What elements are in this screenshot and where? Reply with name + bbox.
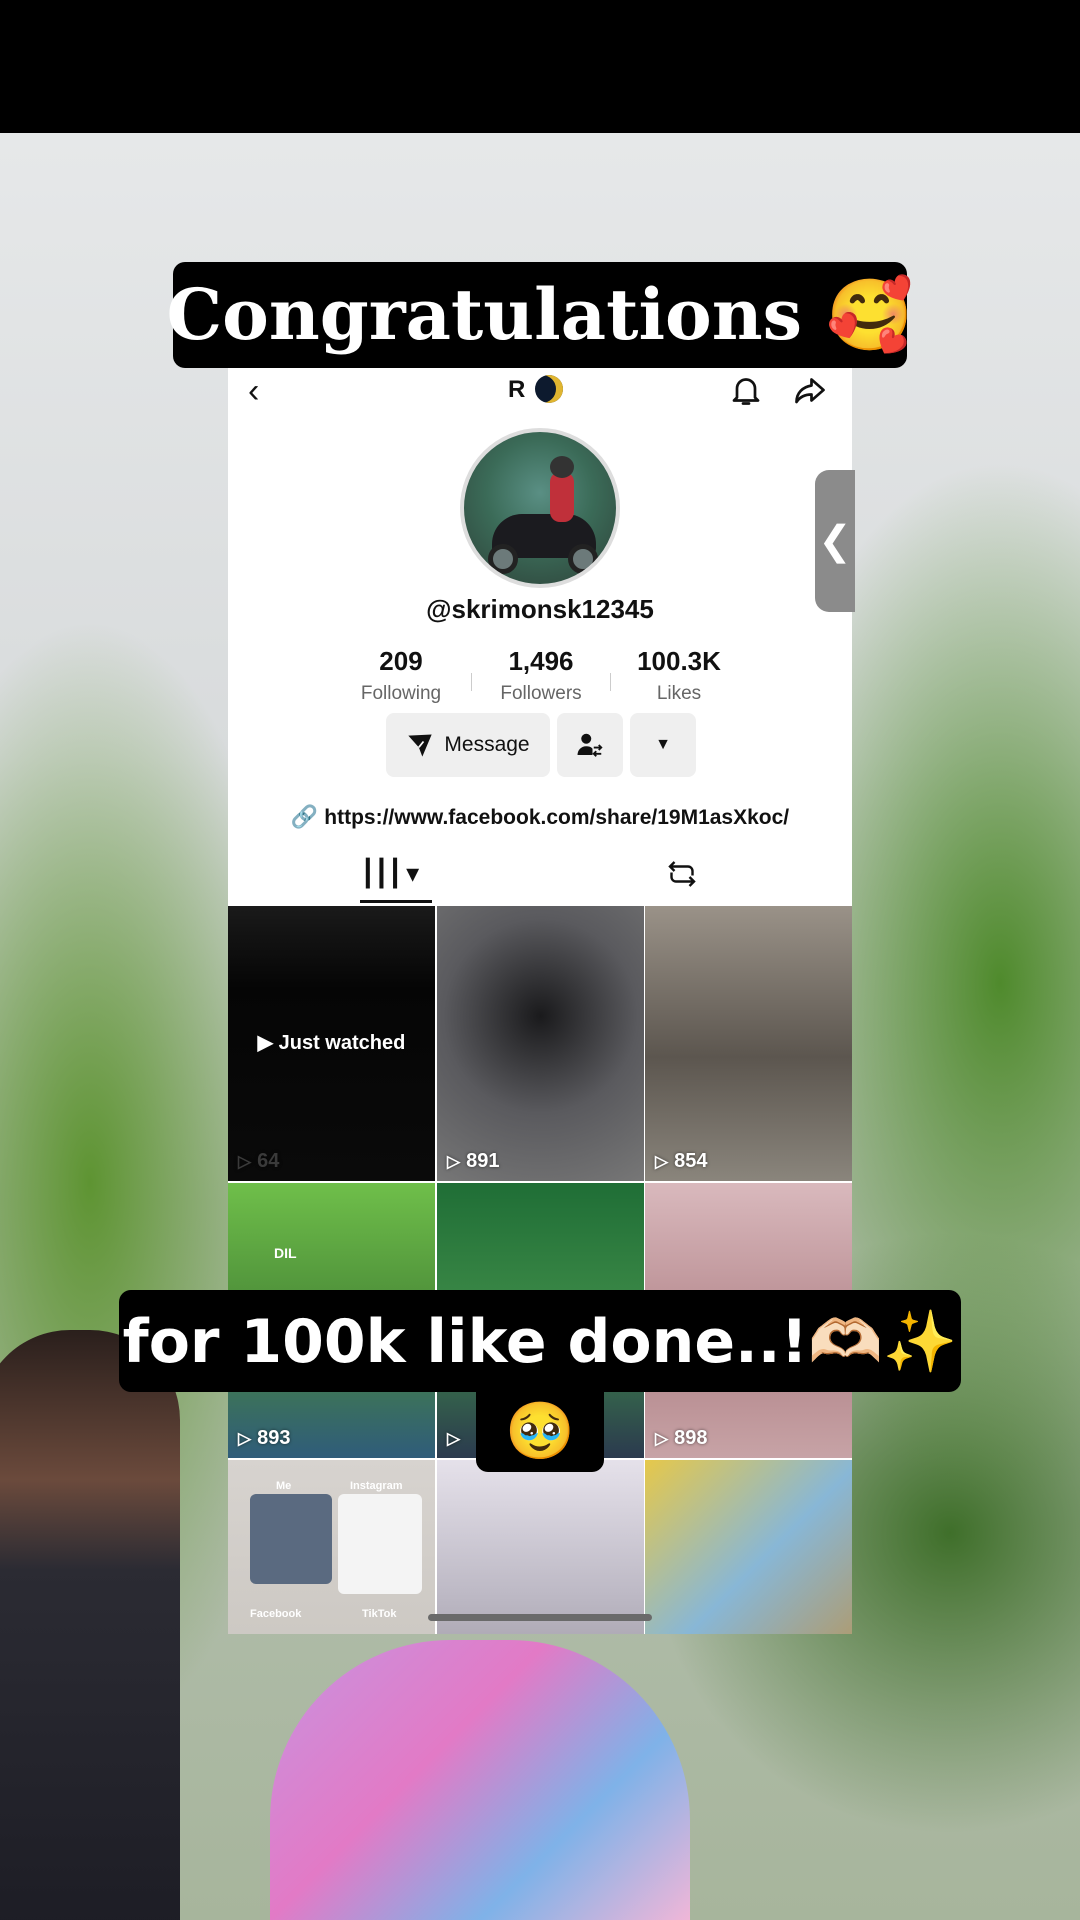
video-tile[interactable]: Me Instagram Facebook TikTok (228, 1460, 435, 1634)
username: @skrimonsk12345 (426, 594, 654, 624)
video-tile[interactable]: ▶ Just watched ▷ 64 (228, 906, 435, 1181)
avatar[interactable] (460, 428, 620, 588)
moon-icon (535, 375, 563, 403)
tile-text: Facebook (250, 1608, 302, 1620)
bio-link[interactable]: 🔗 https://www.facebook.com/share/19M1asXk… (228, 804, 852, 830)
tile-text: TikTok (362, 1608, 397, 1620)
message-button[interactable]: Message (386, 713, 550, 777)
share-icon[interactable] (791, 372, 829, 408)
profile-nickname: R (508, 376, 526, 403)
send-icon (408, 734, 433, 757)
tile-text: DIL (274, 1245, 297, 1261)
bell-icon[interactable] (728, 372, 764, 408)
video-tile[interactable] (437, 1460, 644, 1634)
congratulations-caption: Congratulations 🥰 (166, 262, 914, 368)
view-count: ▷ (447, 1429, 461, 1448)
view-count: ▷ 64 (238, 1150, 280, 1172)
message-label: Message (444, 733, 530, 756)
repost-icon[interactable] (664, 856, 700, 892)
video-tile[interactable] (645, 1460, 852, 1634)
just-watched-label: ▶ Just watched (257, 1032, 406, 1054)
emoji-caption: 🥹 (476, 1390, 604, 1472)
stat-following[interactable]: 209 Following (326, 646, 476, 705)
view-count: ▷ 893 (238, 1427, 291, 1449)
add-friend-icon (577, 733, 603, 757)
video-tile[interactable]: ▷ 854 (645, 906, 852, 1181)
stat-likes: 100.3K Likes (637, 646, 721, 704)
side-panel-toggle[interactable]: ❮ (815, 470, 855, 612)
add-friend-button[interactable] (557, 713, 623, 777)
link-icon: 🔗 (290, 804, 319, 829)
milestone-caption: for 100k like done..!🫶🏻✨ (119, 1290, 961, 1392)
tile-text: Me (276, 1480, 292, 1492)
view-count: ▷ 898 (655, 1427, 708, 1449)
profile-tabs: ┃┃┃ ▾ (228, 848, 852, 904)
home-indicator (428, 1614, 652, 1621)
tile-card (338, 1494, 422, 1594)
view-count: ▷ 854 (655, 1150, 708, 1172)
tile-text: Instagram (350, 1480, 403, 1492)
background-person-left (0, 1330, 180, 1920)
back-arrow-icon[interactable]: ‹ (248, 374, 259, 408)
view-count: ▷ 891 (447, 1150, 500, 1172)
video-tile[interactable]: ▷ 891 (437, 906, 644, 1181)
active-tab-indicator (360, 900, 432, 903)
more-dropdown-button[interactable]: ▼ (630, 713, 696, 777)
videos-grid-icon[interactable]: ┃┃┃ ▾ (360, 858, 419, 889)
tile-photo (250, 1494, 332, 1584)
stat-followers[interactable]: 1,496 Followers (466, 646, 616, 705)
profile-topbar: ‹ R (228, 368, 852, 414)
